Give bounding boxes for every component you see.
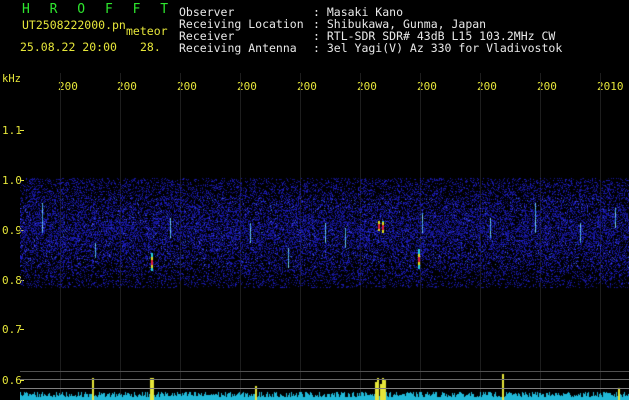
antenna-label: Receiving Antenna xyxy=(179,41,297,55)
spectrogram-plot xyxy=(20,73,629,400)
y-tick-label: 0.7 xyxy=(2,323,22,336)
y-tick-label: 0.6 xyxy=(2,374,22,387)
hrofft-logo: H R O F F T xyxy=(22,2,175,17)
meteor-label: meteor xyxy=(126,24,168,38)
y-tick-label: 1.1 xyxy=(2,124,22,137)
y-unit-label: kHz xyxy=(2,73,21,85)
y-tick-label: 1.0 xyxy=(2,174,22,187)
level-line xyxy=(20,371,629,372)
level-line xyxy=(20,388,629,389)
extra-number: 28. xyxy=(140,40,161,54)
filename-label: UT2508222000.pn xyxy=(22,18,126,32)
spectrogram-canvas xyxy=(20,73,629,400)
antenna-value: : 3el Yagi(V) Az 330 for Vladivostok xyxy=(313,41,563,55)
level-line xyxy=(20,379,629,380)
datetime-label: 25.08.22 20:00 xyxy=(20,40,117,54)
spectrogram-screen: H R O F F T UT2508222000.pn meteor 25.08… xyxy=(0,0,629,400)
y-tick-label: 0.8 xyxy=(2,274,22,287)
y-tick-label: 0.9 xyxy=(2,224,22,237)
